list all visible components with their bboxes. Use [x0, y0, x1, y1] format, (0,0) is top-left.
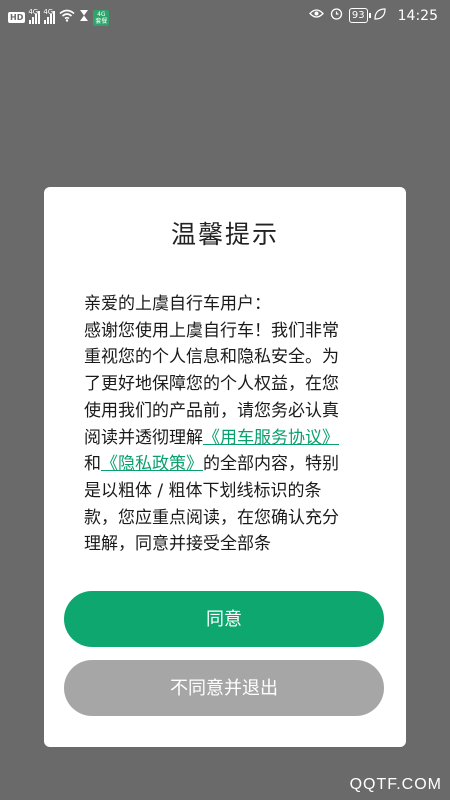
eye-icon [309, 8, 324, 23]
status-right: 93 14:25 [309, 7, 438, 24]
status-left: HD 4G 4G 4G 套餐 [8, 8, 110, 26]
disagree-exit-button[interactable]: 不同意并退出 [64, 660, 384, 716]
greeting-text: 亲爱的上虞自行车用户： [84, 294, 271, 314]
battery-icon: 93 [348, 8, 371, 23]
hd-icon: HD [8, 12, 26, 23]
alarm-icon [330, 7, 343, 24]
signal-tag: 4G [43, 8, 54, 16]
watermark-text: QQTF.COM [349, 776, 442, 793]
hourglass-icon [79, 9, 89, 26]
signal-icon: 4G [28, 8, 41, 24]
privacy-dialog: 温馨提示 亲爱的上虞自行车用户： 感谢您使用上虞自行车！我们非常重视您的个人信息… [44, 187, 406, 747]
privacy-policy-link[interactable]: 《隐私政策》 [101, 454, 203, 474]
leaf-icon [374, 7, 386, 24]
signal-icon: 4G [43, 8, 56, 24]
agree-button[interactable]: 同意 [64, 591, 384, 647]
dialog-body[interactable]: 亲爱的上虞自行车用户： 感谢您使用上虞自行车！我们非常重视您的个人信息和隐私安全… [84, 291, 354, 564]
body-paragraph: 感谢您使用上虞自行车！我们非常重视您的个人信息和隐私安全。为了更好地保障您的个人… [84, 318, 354, 558]
dialog-title: 温馨提示 [170, 220, 279, 249]
body-text: 和 [84, 454, 101, 475]
signal-tag: 4G [28, 8, 39, 16]
status-bar: HD 4G 4G 4G 套餐 93 14:25 [0, 0, 450, 34]
wifi-icon [59, 9, 75, 26]
data-plan-icon: 4G 套餐 [93, 9, 110, 26]
clock-time: 14:25 [397, 7, 438, 24]
service-agreement-link[interactable]: 《用车服务协议》 [203, 428, 339, 448]
